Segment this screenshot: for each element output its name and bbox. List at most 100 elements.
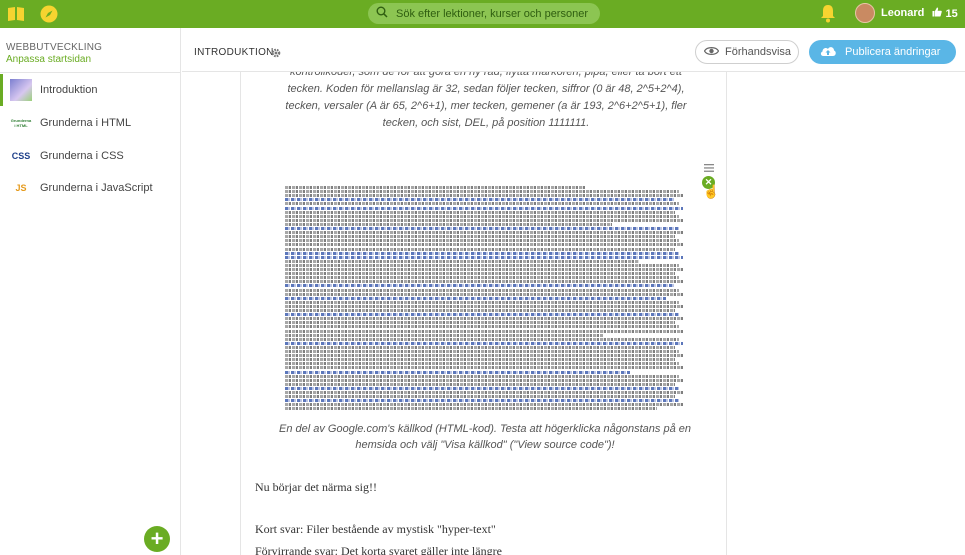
code-line bbox=[285, 309, 675, 312]
eye-icon bbox=[703, 46, 720, 59]
compass-icon[interactable] bbox=[39, 4, 59, 24]
sidebar-item-introduktion[interactable]: Introduktion bbox=[0, 74, 181, 106]
sidebar: WEBBUTVECKLING Anpassa startsidan Introd… bbox=[0, 28, 181, 555]
code-line bbox=[285, 210, 675, 214]
customize-homepage-link[interactable]: Anpassa startsidan bbox=[6, 54, 91, 65]
preview-button[interactable]: Förhandsvisa bbox=[695, 40, 799, 64]
code-line bbox=[285, 382, 675, 386]
code-line bbox=[285, 263, 679, 267]
text-paragraph[interactable]: Kort svar: Filer bestående av mystisk "h… bbox=[255, 522, 496, 537]
lesson-thumbnail: JS bbox=[15, 183, 27, 193]
code-line bbox=[285, 231, 683, 235]
code-line bbox=[285, 280, 683, 284]
code-line bbox=[285, 333, 603, 337]
user-name: Leonard bbox=[881, 7, 925, 19]
book-icon[interactable] bbox=[6, 4, 26, 24]
divider bbox=[0, 72, 181, 73]
code-line bbox=[285, 292, 683, 296]
code-line bbox=[285, 329, 683, 333]
code-line bbox=[285, 251, 679, 255]
code-line bbox=[285, 403, 683, 407]
code-line bbox=[285, 235, 675, 239]
text-paragraph[interactable]: kontrollkoder, som de för att göra en ny… bbox=[277, 72, 695, 132]
search-icon bbox=[376, 5, 388, 23]
code-line bbox=[285, 366, 683, 370]
code-line bbox=[285, 194, 683, 198]
code-line bbox=[285, 202, 679, 206]
code-line bbox=[285, 345, 675, 349]
text-paragraph[interactable]: Nu börjar det närma sig!! bbox=[255, 480, 377, 495]
code-line bbox=[285, 378, 683, 382]
code-line bbox=[285, 395, 675, 399]
thumbs-up-icon bbox=[932, 7, 945, 20]
code-line bbox=[285, 300, 679, 304]
code-line bbox=[285, 198, 675, 202]
lesson-thumbnail bbox=[10, 79, 32, 101]
likes-count-badge: 15 bbox=[932, 7, 958, 20]
code-line bbox=[285, 313, 679, 317]
code-line bbox=[285, 255, 683, 259]
code-line bbox=[285, 288, 679, 292]
code-line bbox=[285, 337, 679, 341]
code-line bbox=[285, 218, 683, 222]
sidebar-item-css[interactable]: CSS Grunderna i CSS bbox=[0, 140, 181, 172]
lesson-header: INTRODUKTION Förhandsvisa Publicera ändr… bbox=[182, 28, 965, 72]
sidebar-item-javascript[interactable]: JS Grunderna i JavaScript bbox=[0, 172, 181, 204]
avatar bbox=[855, 3, 875, 23]
hand-cursor-icon: ☝ bbox=[703, 184, 720, 199]
sidebar-item-label: Introduktion bbox=[40, 84, 98, 96]
code-line bbox=[285, 227, 679, 230]
code-line bbox=[285, 370, 630, 374]
code-line bbox=[285, 268, 683, 271]
code-line bbox=[285, 386, 679, 390]
text-paragraph[interactable]: Förvirrande svar: Det korta svaret gälle… bbox=[255, 544, 502, 555]
preview-button-label: Förhandsvisa bbox=[725, 46, 792, 58]
top-bar: Sök efter lektioner, kurser och personer… bbox=[0, 0, 965, 28]
code-line bbox=[285, 222, 612, 226]
code-line bbox=[285, 259, 639, 263]
code-line bbox=[285, 247, 675, 251]
cloud-upload-icon bbox=[819, 44, 837, 60]
sidebar-item-label: Grunderna i CSS bbox=[40, 150, 124, 162]
code-line bbox=[285, 284, 675, 288]
code-line bbox=[285, 358, 675, 362]
sidebar-item-label: Grunderna i JavaScript bbox=[40, 182, 153, 194]
code-line bbox=[285, 214, 679, 218]
code-line bbox=[285, 325, 679, 329]
code-line bbox=[285, 296, 666, 300]
lesson-content: kontrollkoder, som de för att göra en ny… bbox=[240, 72, 727, 555]
user-menu[interactable]: Leonard 15 bbox=[855, 3, 958, 23]
source-code-image bbox=[285, 182, 689, 414]
publish-button-label: Publicera ändringar bbox=[845, 46, 941, 58]
code-line bbox=[285, 239, 679, 243]
search-placeholder: Sök efter lektioner, kurser och personer bbox=[396, 7, 588, 20]
lesson-thumbnail: Grunderna i HTML bbox=[10, 118, 32, 128]
code-line bbox=[285, 206, 683, 210]
code-line bbox=[285, 374, 679, 378]
lesson-title: INTRODUKTION bbox=[194, 47, 274, 58]
code-line bbox=[285, 243, 683, 247]
code-line bbox=[285, 362, 679, 366]
sidebar-item-label: Grunderna i HTML bbox=[40, 117, 132, 129]
code-line bbox=[285, 350, 679, 353]
code-line bbox=[285, 354, 683, 358]
add-lesson-button[interactable]: + bbox=[144, 526, 170, 552]
code-line bbox=[285, 304, 683, 308]
likes-count: 15 bbox=[945, 7, 958, 20]
code-line bbox=[285, 391, 683, 394]
code-line bbox=[285, 317, 683, 321]
image-caption: En del av Google.com's källkod (HTML-kod… bbox=[279, 423, 691, 451]
sidebar-item-html[interactable]: Grunderna i HTML Grunderna i HTML bbox=[0, 107, 181, 139]
code-line bbox=[285, 407, 657, 411]
hamburger-icon[interactable] bbox=[703, 160, 715, 172]
bell-icon[interactable] bbox=[818, 3, 838, 23]
code-line bbox=[285, 321, 675, 325]
code-line bbox=[285, 186, 585, 189]
code-line bbox=[285, 190, 679, 194]
gear-icon[interactable] bbox=[270, 46, 282, 58]
code-line bbox=[285, 399, 679, 403]
publish-changes-button[interactable]: Publicera ändringar bbox=[809, 40, 956, 64]
code-line bbox=[285, 276, 679, 280]
search-bar[interactable]: Sök efter lektioner, kurser och personer bbox=[368, 3, 600, 24]
lesson-thumbnail: CSS bbox=[11, 151, 31, 161]
